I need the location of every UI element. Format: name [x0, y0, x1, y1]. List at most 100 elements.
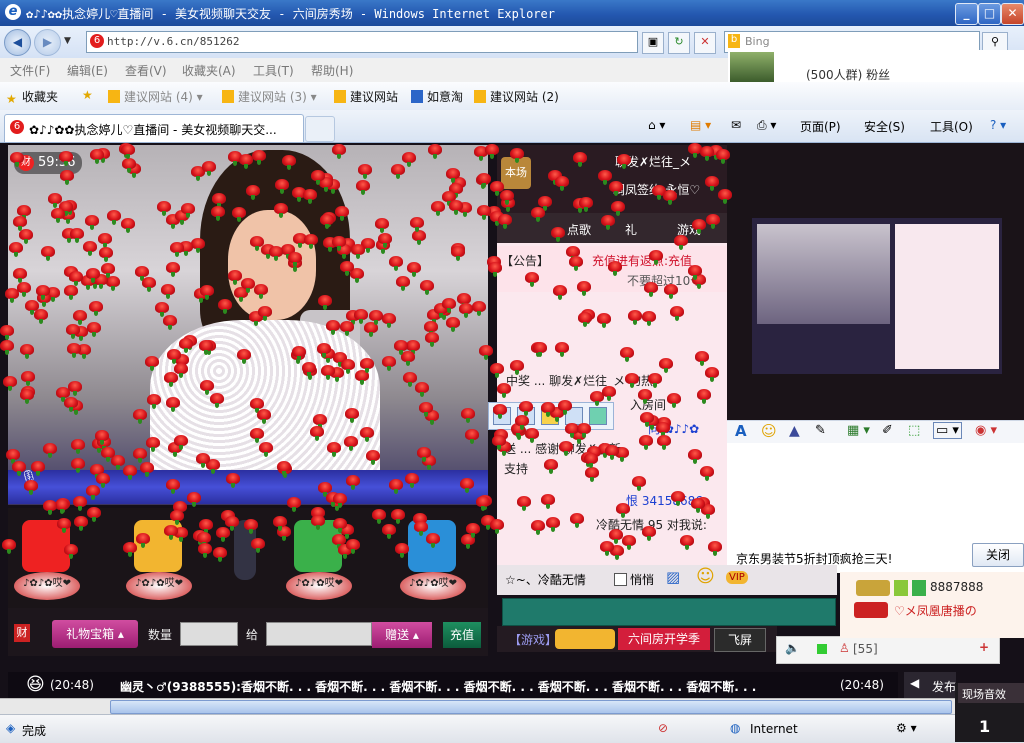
- streamer-face: [228, 210, 316, 320]
- gift-item[interactable]: ♪✿♪✿哎❤: [126, 514, 192, 604]
- announce-text: 充值进有返点:充值: [592, 254, 693, 268]
- screen-icon[interactable]: [517, 407, 535, 425]
- close-window-button[interactable]: ✕: [1001, 3, 1024, 25]
- status-bar: ◈ 完成 ⊘ ◍ Internet ⚙ ▾: [0, 714, 1024, 743]
- smiley-icon[interactable]: ☺: [761, 422, 777, 440]
- fav-suggested-1[interactable]: 建议网站 (4) ▾: [108, 88, 203, 105]
- add-favorite-icon[interactable]: ★: [82, 88, 93, 102]
- minimize-button[interactable]: _: [955, 3, 978, 25]
- menu-favorites[interactable]: 收藏夹(A): [182, 62, 236, 79]
- stop-icon[interactable]: ✕: [694, 32, 716, 54]
- scrollbar-thumb[interactable]: [110, 700, 952, 714]
- bell-icon[interactable]: ▲: [789, 423, 800, 439]
- preview-video: [757, 224, 890, 324]
- menu-help[interactable]: 帮助(H): [311, 62, 353, 79]
- vip-icon[interactable]: VIP: [726, 571, 748, 584]
- giftbox-label: 礼物宝箱: [66, 627, 115, 641]
- share-icon[interactable]: ⬚: [908, 423, 920, 438]
- safety-menu[interactable]: 安全(S): [864, 118, 905, 135]
- gift-item[interactable]: ♪✿♪✿哎❤: [286, 514, 352, 604]
- giftbox-button[interactable]: 礼物宝箱 ▴: [52, 620, 138, 648]
- favorites-bar: ★ 收藏夹 ★ 建议网站 (4) ▾ 建议网站 (3) ▾ 建议网站 如意淘 建议…: [0, 82, 1024, 111]
- note-icon[interactable]: ✐: [882, 423, 893, 438]
- close-button[interactable]: 关闭: [972, 543, 1024, 567]
- status-text: 完成: [22, 724, 47, 738]
- compat-view-icon[interactable]: ▣: [642, 32, 664, 54]
- whisper-checkbox[interactable]: [614, 573, 627, 586]
- gift-figure[interactable]: [230, 514, 260, 604]
- fav-suggested-3[interactable]: 建议网站: [334, 88, 398, 105]
- laugh-emoji-icon: 😆: [26, 674, 45, 695]
- refresh-icon[interactable]: ↻: [668, 32, 690, 54]
- protected-mode-icon[interactable]: ⊘: [658, 721, 668, 735]
- font-icon[interactable]: A: [735, 422, 747, 440]
- fan-id[interactable]: 8887888: [930, 580, 983, 594]
- recharge-button[interactable]: 充值: [443, 622, 481, 648]
- favorites-button[interactable]: ★ 收藏夹: [6, 88, 58, 106]
- fav-suggested-4[interactable]: 建议网站 (2): [474, 88, 559, 105]
- publish-button[interactable]: 发布: [932, 678, 956, 695]
- chat-line: 中奖 ... 聊发✗烂往_メ 的热: [506, 374, 653, 388]
- send-gift-button[interactable]: 赠送 ▴: [372, 622, 432, 648]
- tab-label: ✿♪♪✿✿执念婷儿♡直播间 - 美女视频聊天交...: [29, 123, 277, 137]
- emoji-icon[interactable]: [541, 407, 559, 425]
- tools-menu[interactable]: 工具(O): [930, 118, 973, 135]
- rank-badge-icon: [856, 580, 890, 596]
- fan-name[interactable]: ♡メ凤凰唐播の: [894, 602, 977, 619]
- gift-item[interactable]: ♪✿♪✿哎❤: [400, 514, 466, 604]
- tab-game[interactable]: 游戏: [677, 221, 701, 238]
- mail-icon[interactable]: ✉: [731, 118, 741, 132]
- money-icon: 财: [14, 624, 30, 642]
- recipient-select[interactable]: [266, 622, 372, 646]
- speaker-icon[interactable]: 🔈: [785, 641, 800, 655]
- game-label[interactable]: 【游戏】: [509, 631, 557, 648]
- zoom-icon[interactable]: ⚙ ▾: [896, 721, 917, 735]
- forward-button[interactable]: ▶: [34, 29, 61, 56]
- feeds-icon[interactable]: ▤ ▾: [690, 118, 711, 132]
- home-icon[interactable]: ⌂ ▾: [648, 118, 665, 132]
- announcement: 【公告】 充值进有返点:充值 不要超过10个: [497, 246, 727, 292]
- image-icon[interactable]: [565, 407, 583, 425]
- quantity-input[interactable]: [180, 622, 238, 646]
- video-control-strip: [8, 470, 488, 504]
- add-icon[interactable]: +: [979, 640, 989, 654]
- help-icon[interactable]: ? ▾: [990, 118, 1006, 132]
- fly-screen-button[interactable]: 飞屏: [714, 628, 766, 652]
- record-icon[interactable]: ◉ ▾: [975, 423, 997, 438]
- mic-icon[interactable]: 🎙: [20, 470, 38, 492]
- print-icon[interactable]: ⎙ ▾: [757, 118, 776, 133]
- menu-tools[interactable]: 工具(T): [253, 62, 294, 79]
- menu-edit[interactable]: 编辑(E): [67, 62, 108, 79]
- menu-view[interactable]: 查看(V): [125, 62, 167, 79]
- smiley-icon[interactable]: ☺: [696, 566, 715, 587]
- chat-tab-row: 点歌 礼 游戏: [497, 213, 727, 243]
- menu-file[interactable]: 文件(F): [10, 62, 50, 79]
- fav-suggested-2[interactable]: 建议网站 (3) ▾: [222, 88, 317, 105]
- tab-live-room[interactable]: 6 ✿♪♪✿✿执念婷儿♡直播间 - 美女视频聊天交...: [4, 114, 304, 142]
- tab-song[interactable]: 点歌: [567, 221, 591, 238]
- history-dropdown-icon[interactable]: ▼: [64, 36, 71, 46]
- megaphone-icon[interactable]: ◀: [910, 676, 919, 690]
- address-input[interactable]: 6 http://v.6.cn/851262: [86, 31, 638, 53]
- maximize-button[interactable]: □: [978, 3, 1001, 25]
- page-menu[interactable]: 页面(P): [800, 118, 841, 135]
- chat-line: 入房间: [630, 398, 667, 412]
- new-tab-button[interactable]: [305, 116, 335, 142]
- edit-icon[interactable]: ✎: [815, 423, 826, 438]
- image-icon[interactable]: ▨: [666, 568, 680, 586]
- bing-icon: [108, 90, 120, 103]
- gift-item[interactable]: ♪✿♪✿哎❤: [14, 514, 80, 604]
- online-count: [55]: [853, 642, 878, 656]
- picture-icon[interactable]: ▦ ▾: [847, 423, 870, 438]
- star-icon[interactable]: [589, 407, 607, 425]
- promo-link[interactable]: 六间房开学季: [618, 628, 710, 650]
- fav-ruyitao[interactable]: 如意淘: [411, 88, 463, 105]
- message-input[interactable]: [502, 598, 836, 626]
- gift-badge-icon: [408, 520, 456, 572]
- window-icon[interactable]: [493, 407, 511, 425]
- screenshot-icon[interactable]: ▭ ▾: [933, 422, 962, 439]
- tab-gift[interactable]: 礼: [625, 221, 637, 238]
- chat-tool-icons: [488, 402, 614, 430]
- nickname-select[interactable]: ☆~、冷酷无情: [505, 571, 586, 588]
- back-button[interactable]: ◀: [4, 29, 31, 56]
